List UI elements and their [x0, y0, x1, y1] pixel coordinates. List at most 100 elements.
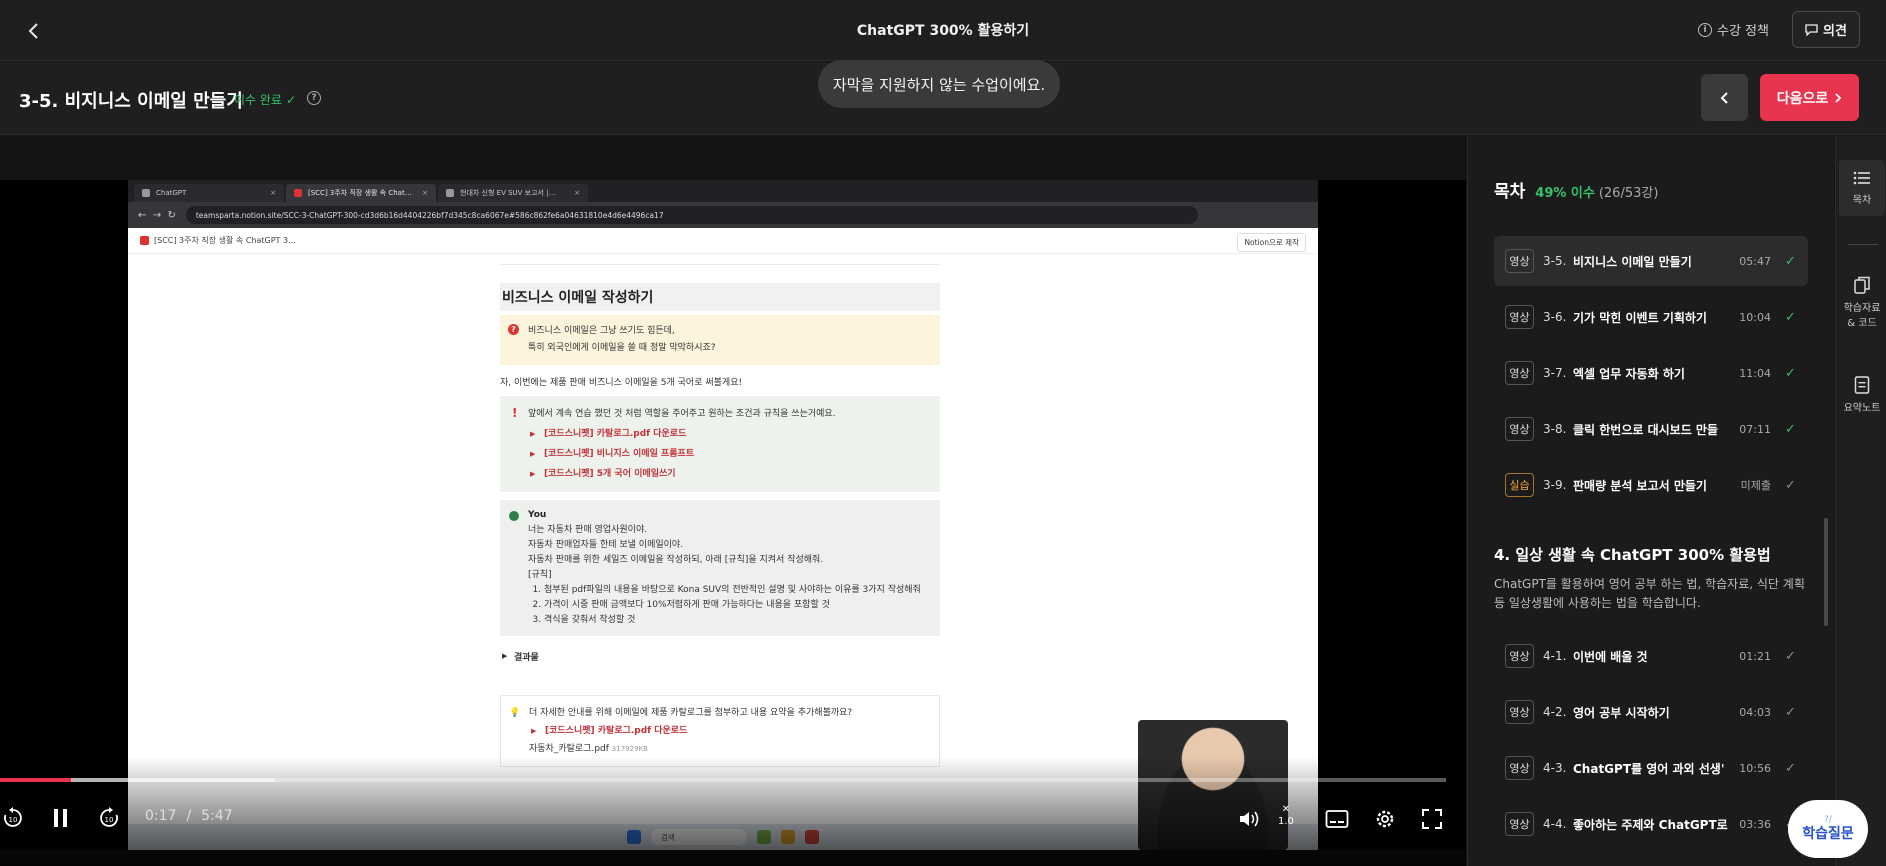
- next-label: 다음으로: [1776, 90, 1829, 107]
- lesson-title: 3-5. 비지니스 이메일 만들기: [19, 91, 243, 112]
- attachment-name: 자동차_카탈로그.pdf: [529, 744, 609, 754]
- check-icon: ✓: [1785, 253, 1796, 269]
- next-lesson-button[interactable]: 다음으로: [1760, 74, 1859, 121]
- lesson-name: ChatGPT를 영어 과외 선생': [1573, 761, 1725, 776]
- feedback-button[interactable]: 의견: [1792, 11, 1860, 48]
- list-icon: [1853, 171, 1870, 185]
- browser-tab-label: ChatGPT: [156, 189, 187, 197]
- progress-bar[interactable]: [0, 778, 1446, 782]
- toc-header: 목차 49% 이수 (26/53강): [1494, 177, 1658, 202]
- total-time: 5:47: [201, 808, 233, 824]
- notion-page-title: [SCC] 3주차 직장 생활 속 ChatGPT 3…: [154, 236, 297, 245]
- code-snippet-toggle: [코드스니펫] 비니지스 이메일 프롬프트: [528, 444, 930, 464]
- lesson-name: 이번에 배울 것: [1573, 649, 1648, 664]
- playback-speed[interactable]: ✕ 1.0: [1278, 804, 1294, 828]
- browser-address-bar: ← → ↻ teamsparta.notion.site/SCC-3-ChatG…: [128, 202, 1318, 228]
- question-callout: 비즈니스 이메일은 그냥 쓰기도 힘든데, 특히 외국인에게 이메일을 쓸 때 …: [500, 315, 940, 365]
- type-tag: 영상: [1505, 812, 1534, 836]
- favicon-icon: [446, 189, 454, 197]
- subtitles-icon: [1325, 810, 1349, 828]
- previous-lesson-button[interactable]: [1701, 74, 1748, 121]
- type-tag: 영상: [1505, 644, 1534, 668]
- rail-materials-line: & 코드: [1847, 318, 1877, 329]
- lesson-duration: 07:11: [1739, 422, 1771, 436]
- check-icon: ✓: [1785, 760, 1796, 776]
- policy-link[interactable]: i 수강 정책: [1698, 20, 1769, 39]
- type-tag: 영상: [1505, 305, 1534, 329]
- lesson-item[interactable]: 영상 3-7. 엑셀 업무 자동화 하기 11:04 ✓: [1494, 348, 1808, 398]
- attachment-size: 317929KB: [611, 745, 648, 753]
- lesson-name: 기가 막힌 이벤트 기획하기: [1573, 310, 1707, 325]
- browser-tabs: ChatGPT × [SCC] 3주차 직장 생활 속 Chat… × 현대차 신형…: [128, 180, 1318, 202]
- lesson-number: 3-5.: [1543, 254, 1567, 268]
- rail-materials-button[interactable]: 학습자료 & 코드: [1839, 276, 1885, 329]
- lesson-name: 좋아하는 주제와 ChatGPT로: [1573, 817, 1728, 832]
- lesson-item[interactable]: 실습 3-9. 판매량 분석 보고서 만들기 미제출 ✓: [1494, 460, 1808, 510]
- callout-text: 비즈니스 이메일은 그냥 쓰기도 힘든데,: [528, 326, 675, 336]
- page-icon: [140, 236, 149, 245]
- type-tag: 실습: [1505, 473, 1534, 497]
- forward-10-button[interactable]: 10: [96, 804, 122, 832]
- prompt-line: 자동차 판매업자들 한테 보낼 이메일이야.: [528, 540, 684, 550]
- section-title: 4. 일상 생활 속 ChatGPT 300% 활용법: [1494, 546, 1771, 564]
- notion-document: 비즈니스 이메일 작성하기 비즈니스 이메일은 그냥 쓰기도 힘든데, 특히 외…: [500, 264, 940, 767]
- lesson-number: 3-9.: [1543, 478, 1567, 492]
- volume-icon: [1240, 811, 1259, 827]
- subtitles-button[interactable]: [1324, 806, 1350, 832]
- rail-toc-button[interactable]: 목차: [1839, 160, 1885, 216]
- lesson-item[interactable]: 영상 3-6. 기가 막힌 이벤트 기획하기 10:04 ✓: [1494, 292, 1808, 342]
- feedback-label: 의견: [1823, 24, 1847, 39]
- learning-question-button[interactable]: ?/ 학습질문: [1788, 800, 1868, 858]
- time-display: 0:17/5:47: [145, 808, 233, 824]
- rewind-10-button[interactable]: 10: [0, 804, 26, 832]
- course-title: ChatGPT 300% 활용하기: [856, 23, 1030, 39]
- prompt-callout: You 너는 자동차 판매 영업사원이야. 자동차 판매업자들 한테 보낼 이메…: [500, 500, 940, 636]
- lesson-duration: 04:03: [1739, 705, 1771, 719]
- callout-text: 앞에서 계속 연습 했던 것 처럼 역할을 주어주고 원하는 조건과 규칙을 쓰…: [528, 409, 836, 419]
- curriculum-panel: 목차 49% 이수 (26/53강) 영상 3-5. 비지니스 이메일 만들기 …: [1467, 136, 1834, 866]
- lesson-item[interactable]: 영상 4-4. 좋아하는 주제와 ChatGPT로 03:36 ✓: [1494, 799, 1808, 849]
- close-icon: ×: [270, 189, 276, 197]
- rule-item: 첨부된 pdf파일의 내용을 바탕으로 Kona SUV의 전반적인 설명 및 …: [544, 583, 930, 598]
- svg-text:10: 10: [105, 816, 114, 824]
- type-tag: 영상: [1505, 756, 1534, 780]
- rail-notes-button[interactable]: 요약노트: [1839, 376, 1885, 414]
- lesson-item[interactable]: 영상 4-3. ChatGPT를 영어 과외 선생' 10:56 ✓: [1494, 743, 1808, 793]
- note-icon: [1854, 376, 1870, 394]
- pause-button[interactable]: [48, 804, 74, 832]
- favicon-icon: [142, 189, 150, 197]
- divider: [500, 264, 940, 265]
- lesson-item[interactable]: 영상 3-5. 비지니스 이메일 만들기 05:47 ✓: [1494, 236, 1808, 286]
- gear-icon: [1376, 810, 1394, 828]
- rail-materials-label: 학습자료 & 코드: [1844, 299, 1881, 329]
- lesson-item[interactable]: 영상 3-8. 클릭 한번으로 대시보드 만들 07:11 ✓: [1494, 404, 1808, 454]
- prompt-line: 자동차 판매를 위한 세일즈 이메일을 작성하되, 아래 [규칙]을 지켜서 작…: [528, 555, 824, 565]
- browser-tab: 현대차 신형 EV SUV 보고서 |… ×: [438, 184, 588, 202]
- forward-icon: 10: [100, 807, 118, 827]
- type-tag: 영상: [1505, 361, 1534, 385]
- policy-label: 수강 정책: [1717, 24, 1769, 39]
- lesson-duration: 11:04: [1739, 366, 1771, 380]
- check-icon: ✓: [1785, 309, 1796, 325]
- volume-button[interactable]: [1237, 806, 1263, 832]
- lesson-duration: 10:04: [1739, 310, 1771, 324]
- close-icon: ×: [574, 189, 580, 197]
- rail-toc-label: 목차: [1852, 195, 1872, 206]
- panel-scrollbar[interactable]: [1824, 518, 1828, 626]
- pause-icon: [54, 809, 67, 827]
- lesson-number: 3-6.: [1543, 310, 1567, 324]
- video-player[interactable]: ChatGPT × [SCC] 3주차 직장 생활 속 Chat… × 현대차 신형…: [0, 180, 1466, 850]
- completion-badge: 이수 완료 ✓: [234, 91, 296, 108]
- lesson-name: 비지니스 이메일 만들기: [1573, 254, 1692, 269]
- lesson-item[interactable]: 영상 4-1. 이번에 배울 것 01:21 ✓: [1494, 631, 1808, 681]
- video-area: ChatGPT × [SCC] 3주차 직장 생활 속 Chat… × 현대차 신형…: [0, 136, 1466, 866]
- rules-list: 첨부된 pdf파일의 내용을 바탕으로 Kona SUV의 전반적인 설명 및 …: [528, 583, 930, 628]
- help-icon[interactable]: ?: [307, 91, 321, 105]
- fullscreen-button[interactable]: [1419, 806, 1445, 832]
- type-tag: 영상: [1505, 700, 1534, 724]
- rewind-icon: 10: [4, 807, 22, 827]
- check-icon: ✓: [1785, 477, 1796, 493]
- lesson-item[interactable]: 영상 4-2. 영어 공부 시작하기 04:03 ✓: [1494, 687, 1808, 737]
- prompt-line: 너는 자동차 판매 영업사원이야.: [528, 525, 648, 535]
- settings-button[interactable]: [1372, 806, 1398, 832]
